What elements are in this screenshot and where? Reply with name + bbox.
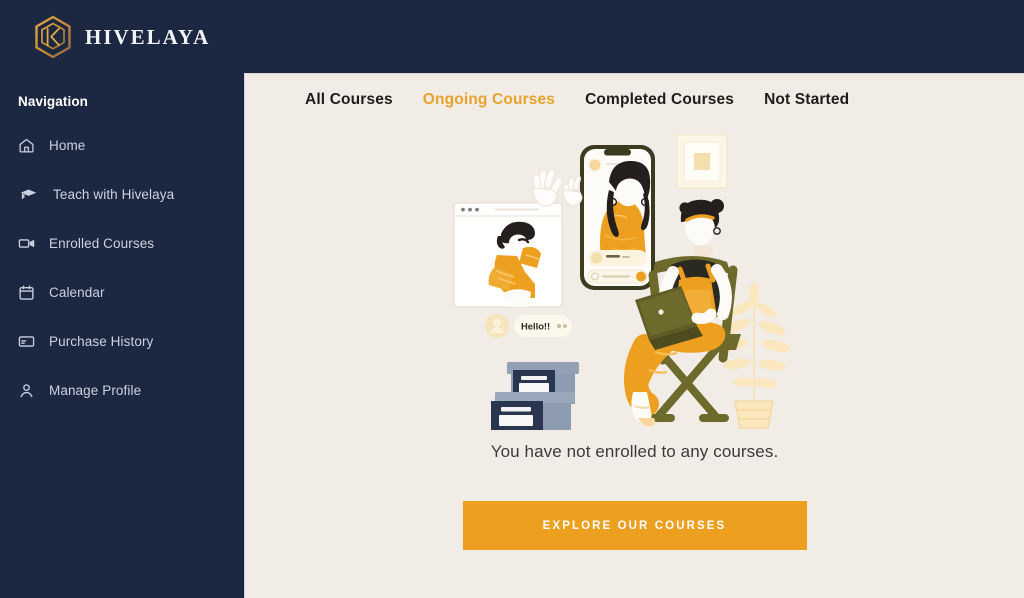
content-panel: All Courses Ongoing Courses Completed Co…	[244, 73, 1024, 598]
sidebar-section-title: Navigation	[18, 94, 89, 109]
sidebar-item-calendar[interactable]: Calendar	[0, 268, 244, 317]
sidebar: HIVELAYA Navigation Home Teach with Hive…	[0, 0, 244, 598]
tab-completed-courses[interactable]: Completed Courses	[585, 91, 734, 109]
main-area: All Courses Ongoing Courses Completed Co…	[244, 0, 1024, 598]
tab-all-courses[interactable]: All Courses	[305, 91, 393, 109]
home-icon	[18, 137, 35, 154]
sidebar-item-label: Enrolled Courses	[49, 236, 155, 251]
sidebar-item-label: Manage Profile	[49, 383, 142, 398]
credit-card-icon	[18, 333, 35, 350]
app-root: HIVELAYA Navigation Home Teach with Hive…	[0, 0, 1024, 598]
sidebar-item-purchase-history[interactable]: Purchase History	[0, 317, 244, 366]
sidebar-item-label: Purchase History	[49, 334, 154, 349]
sidebar-item-label: Home	[49, 138, 86, 153]
course-filter-tabs: All Courses Ongoing Courses Completed Co…	[245, 74, 1024, 109]
sidebar-nav: Home Teach with Hivelaya Enrolled Course…	[0, 121, 244, 415]
tab-not-started[interactable]: Not Started	[764, 91, 849, 109]
sidebar-item-label: Calendar	[49, 285, 105, 300]
brand-logo-link[interactable]: HIVELAYA	[0, 0, 244, 74]
remote-learning-video-call-illustration: Hello!!	[448, 130, 821, 433]
sidebar-item-teach-with-hivelaya[interactable]: Teach with Hivelaya	[0, 170, 244, 219]
sidebar-item-label: Teach with Hivelaya	[53, 187, 175, 202]
video-camera-icon	[18, 235, 35, 252]
calendar-icon	[18, 284, 35, 301]
empty-state: Hello!! You have not enrolled to any cou…	[245, 130, 1024, 550]
brand-name: HIVELAYA	[85, 24, 211, 49]
user-icon	[18, 382, 35, 399]
svg-text:Hello!!: Hello!!	[521, 321, 550, 332]
sidebar-item-enrolled-courses[interactable]: Enrolled Courses	[0, 219, 244, 268]
tab-ongoing-courses[interactable]: Ongoing Courses	[423, 91, 555, 109]
graduation-cap-icon	[20, 186, 37, 203]
sidebar-item-home[interactable]: Home	[0, 121, 244, 170]
hexagon-hive-logo-icon	[33, 15, 73, 59]
empty-state-message: You have not enrolled to any courses.	[490, 442, 779, 461]
sidebar-item-manage-profile[interactable]: Manage Profile	[0, 366, 244, 415]
explore-our-courses-button[interactable]: EXPLORE OUR COURSES	[462, 501, 807, 550]
